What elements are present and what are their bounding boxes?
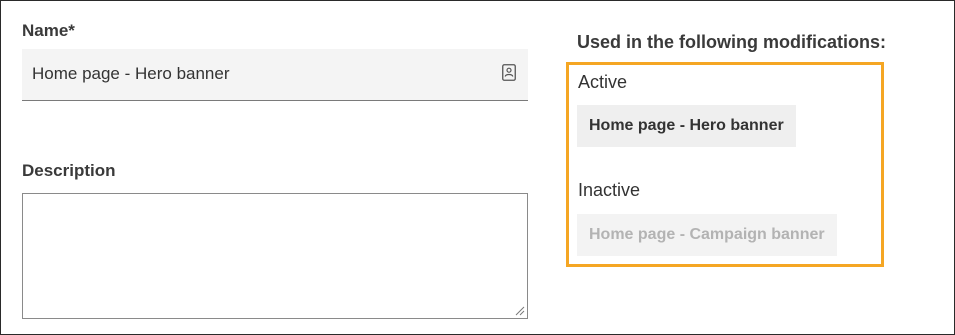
name-label: Name* (22, 21, 75, 40)
active-group-title: Active (578, 72, 628, 92)
contact-card-icon[interactable] (502, 64, 516, 81)
inactive-modification-chip[interactable]: Home page - Campaign banner (577, 214, 837, 256)
name-input-value: Home page - Hero banner (32, 64, 230, 83)
inactive-group-title: Inactive (578, 180, 641, 200)
modifications-title: Used in the following modifications: (577, 32, 886, 52)
description-textarea[interactable] (22, 193, 528, 319)
active-modification-chip[interactable]: Home page - Hero banner (577, 105, 796, 147)
description-label: Description (22, 161, 116, 180)
name-input[interactable]: Home page - Hero banner (22, 49, 528, 101)
resize-handle-icon[interactable] (515, 306, 525, 316)
